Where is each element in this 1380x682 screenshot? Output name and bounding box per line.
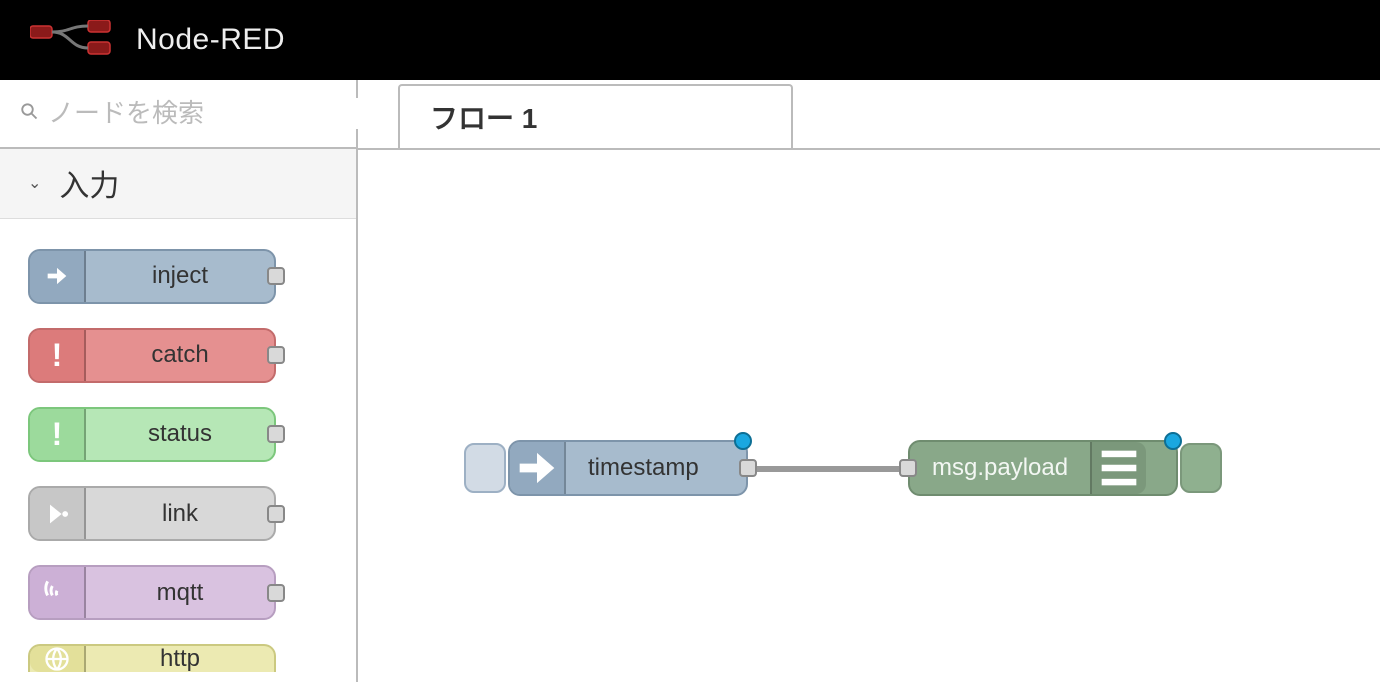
globe-icon bbox=[30, 646, 86, 672]
palette-sidebar: ⌄ 入力 inject ! catch ! status bbox=[0, 80, 358, 682]
node-input-port[interactable] bbox=[899, 459, 917, 477]
arrow-right-icon bbox=[30, 251, 86, 302]
search-icon bbox=[20, 102, 38, 126]
palette-node-label: status bbox=[86, 420, 274, 448]
app-logo bbox=[30, 20, 116, 60]
palette-search-row bbox=[0, 80, 356, 149]
app-title: Node-RED bbox=[136, 23, 285, 57]
node-changed-indicator bbox=[734, 432, 752, 450]
node-output-port[interactable] bbox=[739, 459, 757, 477]
inject-trigger-button[interactable] bbox=[464, 443, 506, 493]
node-output-port[interactable] bbox=[267, 267, 285, 285]
palette-node-http[interactable]: http bbox=[28, 644, 276, 672]
palette-node-mqtt[interactable]: mqtt bbox=[28, 565, 276, 620]
flow-node-label: timestamp bbox=[566, 454, 721, 482]
flow-tab[interactable]: フロー 1 bbox=[398, 84, 793, 148]
palette-node-label: catch bbox=[86, 341, 274, 369]
link-out-icon bbox=[30, 488, 86, 539]
palette-node-label: mqtt bbox=[86, 579, 274, 607]
workspace: フロー 1 timestamp msg.payload bbox=[358, 80, 1380, 682]
flow-tab-bar: フロー 1 bbox=[358, 80, 1380, 150]
arrow-right-icon bbox=[510, 442, 566, 494]
flow-node-inject[interactable]: timestamp bbox=[508, 440, 748, 496]
exclamation-icon: ! bbox=[30, 409, 86, 460]
chevron-down-icon: ⌄ bbox=[28, 173, 41, 193]
flow-canvas[interactable]: timestamp msg.payload bbox=[358, 150, 1380, 682]
palette-node-status[interactable]: ! status bbox=[28, 407, 276, 462]
flow-node-label: msg.payload bbox=[910, 454, 1090, 482]
palette-node-list: inject ! catch ! status link bbox=[0, 219, 356, 682]
node-output-port[interactable] bbox=[267, 584, 285, 602]
palette-node-inject[interactable]: inject bbox=[28, 249, 276, 304]
app-header: Node-RED bbox=[0, 0, 1380, 80]
node-changed-indicator bbox=[1164, 432, 1182, 450]
palette-node-link[interactable]: link bbox=[28, 486, 276, 541]
debug-toggle-button[interactable] bbox=[1180, 443, 1222, 493]
palette-node-label: inject bbox=[86, 262, 274, 290]
palette-node-label: http bbox=[86, 645, 274, 672]
palette-category-input[interactable]: ⌄ 入力 bbox=[0, 149, 356, 218]
flow-node-debug[interactable]: msg.payload bbox=[908, 440, 1178, 496]
bars-icon bbox=[1090, 442, 1146, 494]
flow-wire[interactable] bbox=[748, 466, 908, 472]
palette-node-label: link bbox=[86, 500, 274, 528]
palette-category-label: 入力 bbox=[59, 161, 119, 205]
flow-tab-label: フロー 1 bbox=[430, 97, 537, 137]
palette-node-catch[interactable]: ! catch bbox=[28, 328, 276, 383]
palette-search-input[interactable] bbox=[48, 98, 383, 129]
node-output-port[interactable] bbox=[267, 346, 285, 364]
wifi-icon bbox=[30, 567, 86, 618]
node-output-port[interactable] bbox=[267, 425, 285, 443]
node-output-port[interactable] bbox=[267, 505, 285, 523]
exclamation-icon: ! bbox=[30, 330, 86, 381]
